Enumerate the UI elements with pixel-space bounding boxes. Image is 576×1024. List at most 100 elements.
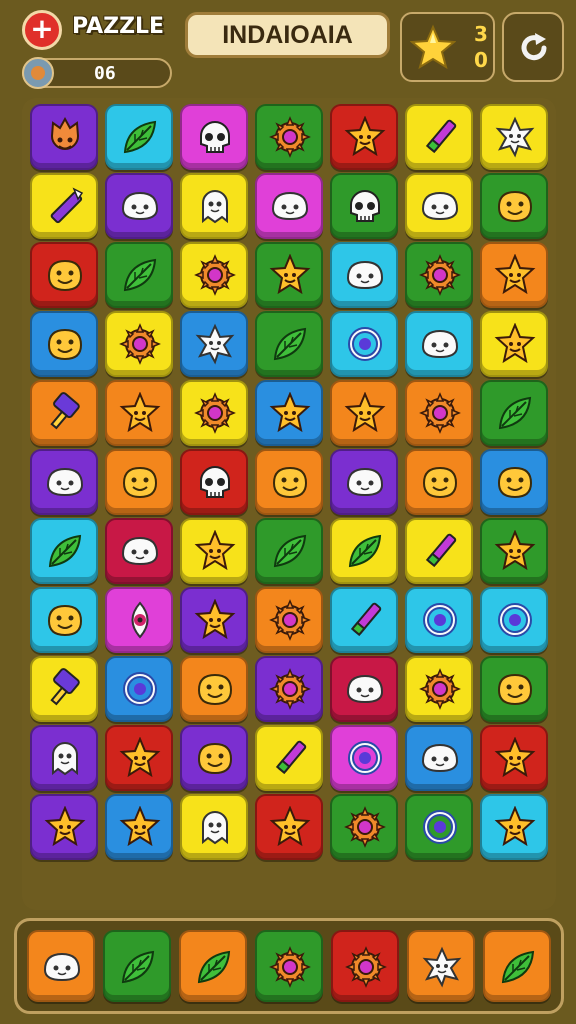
board-tile[interactable] xyxy=(30,587,98,653)
board-tile[interactable] xyxy=(180,587,248,653)
board-tile[interactable] xyxy=(480,725,548,791)
ring-icon xyxy=(348,327,382,361)
board-tile[interactable] xyxy=(255,449,323,515)
board-tile[interactable] xyxy=(255,173,323,239)
board-tile[interactable] xyxy=(255,794,323,860)
board-tile[interactable] xyxy=(330,725,398,791)
tray-tile[interactable] xyxy=(483,930,551,1002)
tray-tile[interactable] xyxy=(331,930,399,1002)
ghost-face-icon xyxy=(202,811,228,845)
board-tile[interactable] xyxy=(330,311,398,377)
board-tile[interactable] xyxy=(180,449,248,515)
star-face-icon xyxy=(269,392,311,433)
board-tile[interactable] xyxy=(105,587,173,653)
board-tile[interactable] xyxy=(480,104,548,170)
board-tile[interactable] xyxy=(330,242,398,308)
board-tile[interactable] xyxy=(480,656,548,722)
board-tile[interactable] xyxy=(330,173,398,239)
skull-icon xyxy=(200,466,230,498)
board-tile[interactable] xyxy=(30,449,98,515)
board-tile[interactable] xyxy=(255,380,323,446)
star-face-icon xyxy=(194,530,236,571)
board-tile[interactable] xyxy=(330,518,398,584)
leaf-icon xyxy=(501,950,535,984)
tray-tile[interactable] xyxy=(103,930,171,1002)
board-tile[interactable] xyxy=(255,104,323,170)
board-tile[interactable] xyxy=(105,311,173,377)
board-tile[interactable] xyxy=(180,518,248,584)
brush-icon xyxy=(50,392,80,430)
flame-face-icon xyxy=(50,116,80,150)
board-tile[interactable] xyxy=(480,794,548,860)
board-tile[interactable] xyxy=(30,794,98,860)
board-tile[interactable] xyxy=(480,380,548,446)
board-tile[interactable] xyxy=(480,449,548,515)
board-tile[interactable] xyxy=(105,104,173,170)
tray-tile[interactable] xyxy=(255,930,323,1002)
board-tile[interactable] xyxy=(30,173,98,239)
board-tile[interactable] xyxy=(405,449,473,515)
board-tile[interactable] xyxy=(330,380,398,446)
board-tile[interactable] xyxy=(480,242,548,308)
board-tile[interactable] xyxy=(30,656,98,722)
board-tile[interactable] xyxy=(105,380,173,446)
board-tile[interactable] xyxy=(30,380,98,446)
board-tile[interactable] xyxy=(180,173,248,239)
board-tile[interactable] xyxy=(105,173,173,239)
board-tile[interactable] xyxy=(405,311,473,377)
board-tile[interactable] xyxy=(30,311,98,377)
board-tile[interactable] xyxy=(180,380,248,446)
board-tile[interactable] xyxy=(255,587,323,653)
board-tile[interactable] xyxy=(255,311,323,377)
game-label: PAZZLE xyxy=(72,14,165,39)
board-tile[interactable] xyxy=(255,242,323,308)
star-face-icon xyxy=(119,737,161,778)
tray-tile[interactable] xyxy=(179,930,247,1002)
board-tile[interactable] xyxy=(105,242,173,308)
gear-icon xyxy=(419,392,461,434)
board-tile[interactable] xyxy=(330,587,398,653)
board-tile[interactable] xyxy=(105,725,173,791)
board-tile[interactable] xyxy=(330,104,398,170)
board-tile[interactable] xyxy=(480,173,548,239)
board-tile[interactable] xyxy=(30,104,98,170)
board-tile[interactable] xyxy=(405,587,473,653)
board-tile[interactable] xyxy=(330,794,398,860)
board-tile[interactable] xyxy=(330,656,398,722)
board-tile[interactable] xyxy=(330,449,398,515)
plus-icon[interactable]: + xyxy=(22,10,62,50)
refresh-button[interactable] xyxy=(502,12,564,82)
board-tile[interactable] xyxy=(255,656,323,722)
board-tile[interactable] xyxy=(180,725,248,791)
board-tile[interactable] xyxy=(105,449,173,515)
board-tile[interactable] xyxy=(405,173,473,239)
board-tile[interactable] xyxy=(480,587,548,653)
board-tile[interactable] xyxy=(105,656,173,722)
board-tile[interactable] xyxy=(405,656,473,722)
board-tile[interactable] xyxy=(405,794,473,860)
board-tile[interactable] xyxy=(30,242,98,308)
board-tile[interactable] xyxy=(180,242,248,308)
board-tile[interactable] xyxy=(480,311,548,377)
wand-icon xyxy=(50,187,84,224)
board-tile[interactable] xyxy=(180,794,248,860)
board-tile[interactable] xyxy=(180,104,248,170)
board-tile[interactable] xyxy=(405,380,473,446)
board-tile[interactable] xyxy=(105,794,173,860)
board-tile[interactable] xyxy=(255,518,323,584)
board-tile[interactable] xyxy=(255,725,323,791)
board-tile[interactable] xyxy=(180,311,248,377)
board-tile[interactable] xyxy=(180,656,248,722)
star-face-icon xyxy=(494,530,536,571)
board-tile[interactable] xyxy=(30,725,98,791)
tray-tile[interactable] xyxy=(27,930,95,1002)
board-tile[interactable] xyxy=(405,725,473,791)
board-tile[interactable] xyxy=(405,518,473,584)
tray-tile[interactable] xyxy=(407,930,475,1002)
board-tile[interactable] xyxy=(480,518,548,584)
board-tile[interactable] xyxy=(405,104,473,170)
board-tile[interactable] xyxy=(105,518,173,584)
board-tile[interactable] xyxy=(405,242,473,308)
board-tile[interactable] xyxy=(30,518,98,584)
leaf-icon xyxy=(498,396,532,430)
